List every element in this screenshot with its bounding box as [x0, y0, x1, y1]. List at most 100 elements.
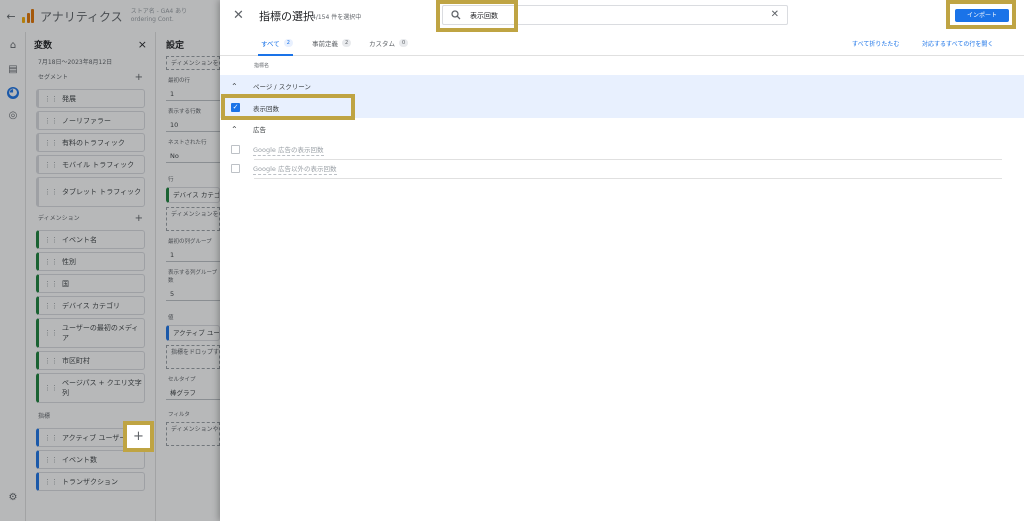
start-row-label: 最初の行	[168, 78, 191, 84]
nav-rail: ⌂ ▤ ◕ ◎ ⚙	[0, 32, 26, 521]
group-row-page-screen[interactable]: ⌃ ページ / スクリーン	[220, 75, 1024, 97]
expand-all-link[interactable]: 対応するすべての行を開く	[922, 39, 993, 48]
dimension-chip[interactable]: ⋮⋮ 性別	[36, 252, 145, 271]
tab-count-badge: 2	[342, 39, 352, 47]
drag-handle-icon[interactable]: ⋮⋮	[44, 329, 58, 337]
nested-label: ネストされた行	[168, 140, 207, 146]
column-header: 指標名	[254, 63, 270, 69]
drag-handle-icon[interactable]: ⋮⋮	[44, 384, 58, 392]
values-label: 値	[168, 315, 174, 321]
date-range[interactable]: 7月18日～2023年8月12日	[26, 56, 155, 70]
explore-icon[interactable]: ◕	[7, 87, 19, 99]
drop-metric-zone[interactable]: 指標をドロップするか選択してください	[166, 345, 220, 369]
nested-field[interactable]: No	[166, 149, 220, 163]
col-group-start-label: 最初の列グループ	[168, 239, 212, 245]
col-group-count-field[interactable]: 5	[166, 287, 220, 301]
home-icon[interactable]: ⌂	[7, 40, 19, 52]
group-row-ads[interactable]: ⌃ 広告	[220, 118, 1024, 140]
collapse-all-link[interactable]: すべて折りたたむ	[852, 39, 899, 48]
drop-filter-zone[interactable]: ディメンションや指標をドロップするか選択	[166, 422, 220, 446]
back-arrow-icon[interactable]: ←	[0, 10, 22, 23]
tab-predefined[interactable]: 事前定義 2	[312, 38, 352, 48]
segment-chip[interactable]: ⋮⋮ 有料のトラフィック	[36, 133, 145, 152]
drop-dimension-zone[interactable]: ディメンションをドロップするか選択	[166, 207, 220, 231]
rows-label: 表示する行数	[168, 109, 202, 115]
dimension-chip[interactable]: ⋮⋮ イベント名	[36, 230, 145, 249]
rows-chip[interactable]: デバイス カテゴリ	[166, 187, 220, 203]
drag-handle-icon[interactable]: ⋮⋮	[44, 188, 58, 196]
analytics-logo	[22, 9, 34, 23]
variables-title: 変数	[34, 40, 53, 51]
add-dimension-button[interactable]: +	[135, 211, 143, 227]
search-box[interactable]: 表示回数 ✕	[442, 5, 788, 25]
drag-handle-icon[interactable]: ⋮⋮	[44, 434, 58, 442]
panel-title: 指標の選択	[259, 10, 314, 23]
tab-count-badge: 2	[283, 39, 293, 47]
drag-handle-icon[interactable]: ⋮⋮	[44, 236, 58, 244]
checkbox[interactable]	[231, 145, 240, 154]
active-tab-indicator	[258, 54, 293, 56]
checkbox-checked[interactable]: ✓	[231, 103, 240, 112]
list-item[interactable]: Google 広告の表示回数	[220, 139, 1024, 160]
settings-title: 設定	[166, 40, 185, 51]
drag-handle-icon[interactable]: ⋮⋮	[44, 161, 58, 169]
import-button[interactable]: インポート	[955, 9, 1009, 22]
rows-field[interactable]: 10	[166, 118, 220, 132]
segments-section: セグメント +	[26, 70, 155, 86]
cell-type-label: セルタイプ	[168, 377, 196, 383]
tab-count-badge: 0	[399, 39, 409, 47]
values-chip[interactable]: アクティブ ユーザー数	[166, 325, 220, 341]
metric-selection-panel: ✕ 指標の選択 4/154 件を選択中 表示回数 ✕ インポート すべて 2 事前…	[220, 0, 1024, 521]
top-bar: ← アナリティクス ストア名 - GA4 あり ordering Cont.	[0, 0, 220, 32]
variables-header: 変数 ×	[26, 32, 155, 56]
tab-bar: すべて 2 事前定義 2 カスタム 0 すべて折りたたむ 対応するすべての行を開く	[220, 32, 1024, 56]
chevron-up-icon[interactable]: ⌃	[231, 125, 243, 134]
row-divider	[254, 178, 1002, 179]
app-title: アナリティクス	[40, 9, 123, 24]
drag-handle-icon[interactable]: ⋮⋮	[44, 456, 58, 464]
start-row-field[interactable]: 1	[166, 87, 220, 101]
checkbox[interactable]	[231, 164, 240, 173]
metric-chip[interactable]: ⋮⋮ トランザクション	[36, 472, 145, 491]
drag-handle-icon[interactable]: ⋮⋮	[44, 258, 58, 266]
drop-zone[interactable]: ディメンションをドロップするか選択	[166, 56, 220, 70]
chevron-up-icon[interactable]: ⌃	[231, 82, 243, 91]
segment-chip[interactable]: ⋮⋮ タブレット トラフィック	[36, 177, 145, 207]
close-icon[interactable]: ✕	[233, 8, 244, 23]
col-group-start-field[interactable]: 1	[166, 248, 220, 262]
dimension-chip[interactable]: ⋮⋮ ユーザーの最初のメディア	[36, 318, 145, 348]
dimension-chip[interactable]: ⋮⋮ ページパス + クエリ文字列	[36, 373, 145, 403]
add-segment-button[interactable]: +	[135, 70, 143, 86]
drag-handle-icon[interactable]: ⋮⋮	[44, 302, 58, 310]
drag-handle-icon[interactable]: ⋮⋮	[44, 357, 58, 365]
add-metric-button[interactable]: +	[127, 425, 150, 448]
gear-icon[interactable]: ⚙	[7, 492, 19, 504]
list-item[interactable]: Google 広告以外の表示回数	[220, 158, 1024, 179]
drag-handle-icon[interactable]: ⋮⋮	[44, 280, 58, 288]
close-icon[interactable]: ×	[138, 38, 147, 51]
dimension-chip[interactable]: ⋮⋮ デバイス カテゴリ	[36, 296, 145, 315]
segment-chip[interactable]: ⋮⋮ 発展	[36, 89, 145, 108]
tab-custom[interactable]: カスタム 0	[369, 38, 409, 48]
search-icon	[451, 10, 461, 20]
advertising-icon[interactable]: ◎	[7, 110, 19, 122]
drag-handle-icon[interactable]: ⋮⋮	[44, 478, 58, 486]
drag-handle-icon[interactable]: ⋮⋮	[44, 95, 58, 103]
panel-header: ✕ 指標の選択 4/154 件を選択中 表示回数 ✕ インポート	[220, 0, 1024, 32]
list-item[interactable]: ✓ 表示回数	[220, 97, 1024, 118]
metric-chip[interactable]: ⋮⋮ イベント数	[36, 450, 145, 469]
dimension-chip[interactable]: ⋮⋮ 市区町村	[36, 351, 145, 370]
settings-panel: 設定 ディメンションをドロップするか選択 最初の行 1 表示する行数 10 ネス…	[156, 32, 220, 521]
segment-chip[interactable]: ⋮⋮ モバイル トラフィック	[36, 155, 145, 174]
dimension-chip[interactable]: ⋮⋮ 国	[36, 274, 145, 293]
metrics-section: 指標	[38, 413, 51, 420]
cell-type-field[interactable]: 棒グラフ	[166, 386, 220, 400]
search-input[interactable]: 表示回数	[470, 11, 498, 21]
clear-search-icon[interactable]: ✕	[771, 9, 779, 20]
tab-all[interactable]: すべて 2	[261, 38, 293, 48]
account-selector[interactable]: ストア名 - GA4 あり ordering Cont.	[131, 8, 187, 24]
drag-handle-icon[interactable]: ⋮⋮	[44, 117, 58, 125]
drag-handle-icon[interactable]: ⋮⋮	[44, 139, 58, 147]
reports-icon[interactable]: ▤	[7, 64, 19, 76]
segment-chip[interactable]: ⋮⋮ ノーリファラー	[36, 111, 145, 130]
